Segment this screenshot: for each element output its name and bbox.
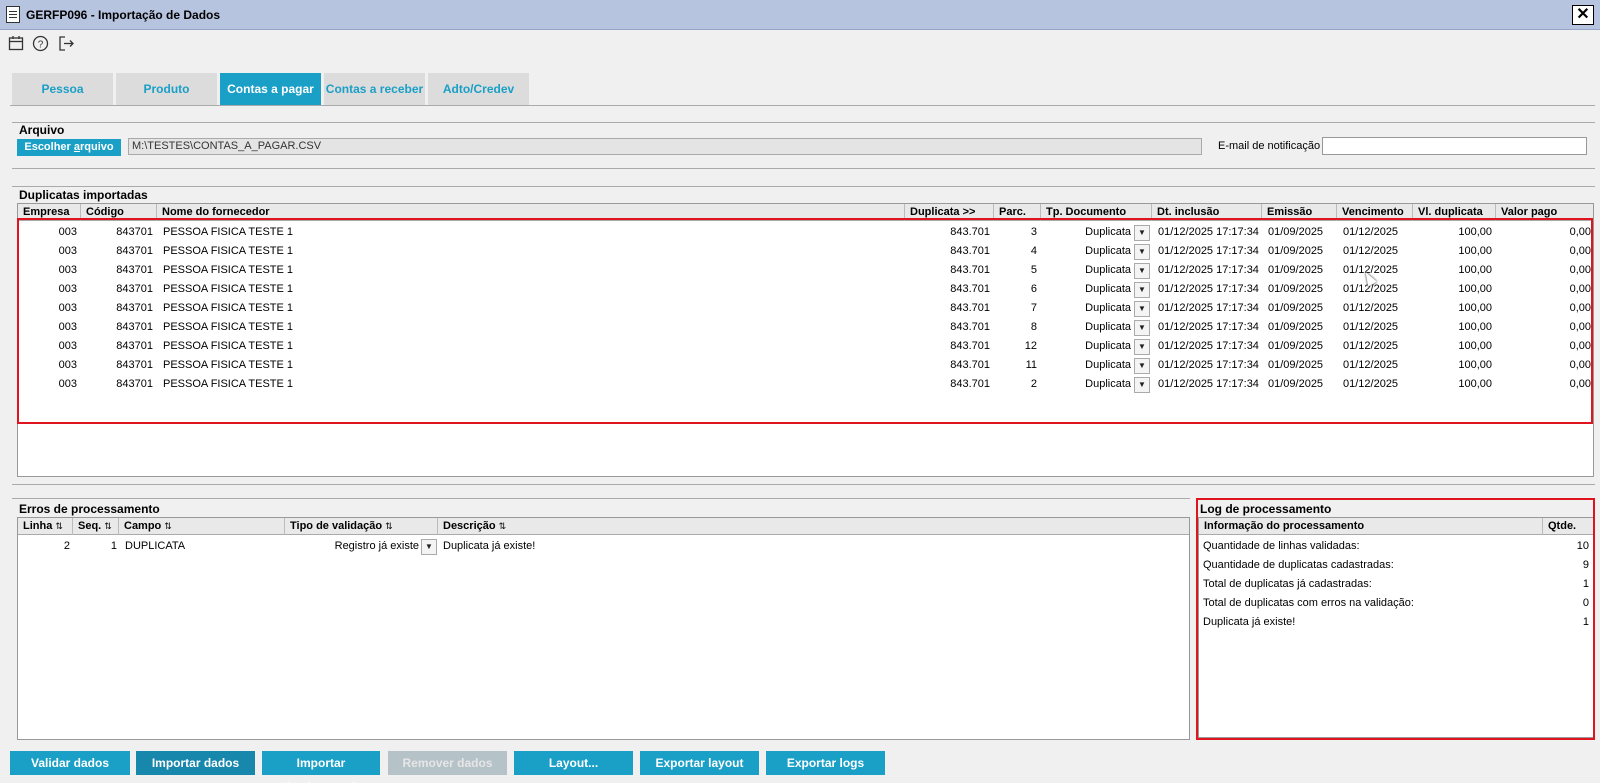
divider bbox=[12, 122, 1595, 123]
validar-dados-button[interactable]: Validar dados bbox=[10, 751, 130, 775]
exit-icon[interactable] bbox=[56, 35, 76, 55]
tab-pessoa[interactable]: Pessoa bbox=[12, 73, 113, 105]
chevron-down-icon[interactable]: ▼ bbox=[421, 539, 437, 555]
help-icon[interactable]: ? bbox=[30, 35, 50, 55]
erros-grid: Linha ⇅ Seq. ⇅ Campo ⇅ Tipo de validação ⇅ D… bbox=[17, 517, 1190, 740]
choose-file-button[interactable]: Escolher arquivo bbox=[17, 139, 121, 156]
cell-seq: 1 bbox=[110, 540, 117, 552]
file-path-field[interactable]: M:\TESTES\CONTAS_A_PAGAR.CSV bbox=[128, 138, 1202, 155]
divider bbox=[12, 484, 1595, 485]
cell-linha: 2 bbox=[63, 540, 70, 552]
window-title: GERFP096 - Importação de Dados bbox=[26, 8, 221, 22]
erros-title: Erros de processamento bbox=[19, 502, 160, 516]
arquivo-title: Arquivo bbox=[19, 123, 65, 137]
highlight-duplicatas-rows bbox=[17, 218, 1593, 424]
tabs-divider bbox=[10, 105, 1595, 106]
sort-icon: ⇅ bbox=[498, 521, 507, 531]
divider bbox=[12, 186, 1595, 187]
remover-dados-button[interactable]: Remover dados bbox=[388, 751, 507, 775]
duplicatas-title: Duplicatas importadas bbox=[19, 188, 148, 202]
title-bar: GERFP096 - Importação de Dados ✕ bbox=[0, 0, 1600, 30]
sort-icon: ⇅ bbox=[104, 521, 112, 531]
document-icon bbox=[6, 6, 20, 23]
exportar-logs-button[interactable]: Exportar logs bbox=[766, 751, 885, 775]
email-field[interactable] bbox=[1322, 137, 1587, 155]
divider bbox=[12, 168, 1595, 169]
layout-button[interactable]: Layout... bbox=[514, 751, 633, 775]
sort-icon: ⇅ bbox=[55, 521, 63, 531]
col-tipo-validacao-label: Tipo de validação bbox=[290, 520, 383, 532]
tab-adto-credev[interactable]: Adto/Credev bbox=[428, 73, 529, 105]
exportar-layout-button[interactable]: Exportar layout bbox=[640, 751, 759, 775]
col-descricao[interactable]: Descrição ⇅ bbox=[438, 518, 1189, 535]
highlight-log bbox=[1196, 498, 1595, 740]
sort-icon: ⇅ bbox=[385, 521, 393, 531]
col-campo-label: Campo bbox=[124, 520, 162, 532]
cell-tipo[interactable]: Registro já existe bbox=[285, 537, 419, 556]
col-seq-label: Seq. bbox=[78, 520, 102, 532]
col-descricao-label: Descrição bbox=[443, 520, 496, 532]
sort-icon: ⇅ bbox=[164, 521, 172, 531]
importar-background-button[interactable]: Importar background bbox=[262, 751, 380, 783]
choose-file-label-pre: Escolher bbox=[24, 141, 74, 153]
cell-descricao: Duplicata já existe! bbox=[443, 540, 536, 552]
tab-contas-a-pagar[interactable]: Contas a pagar bbox=[220, 73, 321, 105]
svg-text:?: ? bbox=[37, 40, 43, 51]
col-linha[interactable]: Linha ⇅ bbox=[18, 518, 73, 535]
col-seq[interactable]: Seq. ⇅ bbox=[73, 518, 119, 535]
col-tipo-validacao[interactable]: Tipo de validação ⇅ bbox=[285, 518, 438, 535]
col-campo[interactable]: Campo ⇅ bbox=[119, 518, 285, 535]
choose-file-label-post: rquivo bbox=[80, 141, 114, 153]
tab-produto[interactable]: Produto bbox=[116, 73, 217, 105]
calendar-icon[interactable] bbox=[6, 35, 26, 55]
divider bbox=[12, 498, 1190, 499]
importar-dados-button[interactable]: Importar dados bbox=[136, 751, 255, 775]
cell-campo: DUPLICATA bbox=[125, 540, 186, 552]
tab-contas-a-receber[interactable]: Contas a receber bbox=[324, 73, 425, 105]
col-linha-label: Linha bbox=[23, 520, 53, 532]
toolbar: ? bbox=[0, 31, 1600, 59]
close-button[interactable]: ✕ bbox=[1572, 5, 1594, 25]
table-row[interactable]: 2 1 DUPLICATA Registro já existe ▼ Dupli… bbox=[18, 537, 1189, 556]
erros-header: Linha ⇅ Seq. ⇅ Campo ⇅ Tipo de validação ⇅ D… bbox=[18, 518, 1189, 535]
email-label: E-mail de notificação bbox=[1218, 140, 1321, 152]
